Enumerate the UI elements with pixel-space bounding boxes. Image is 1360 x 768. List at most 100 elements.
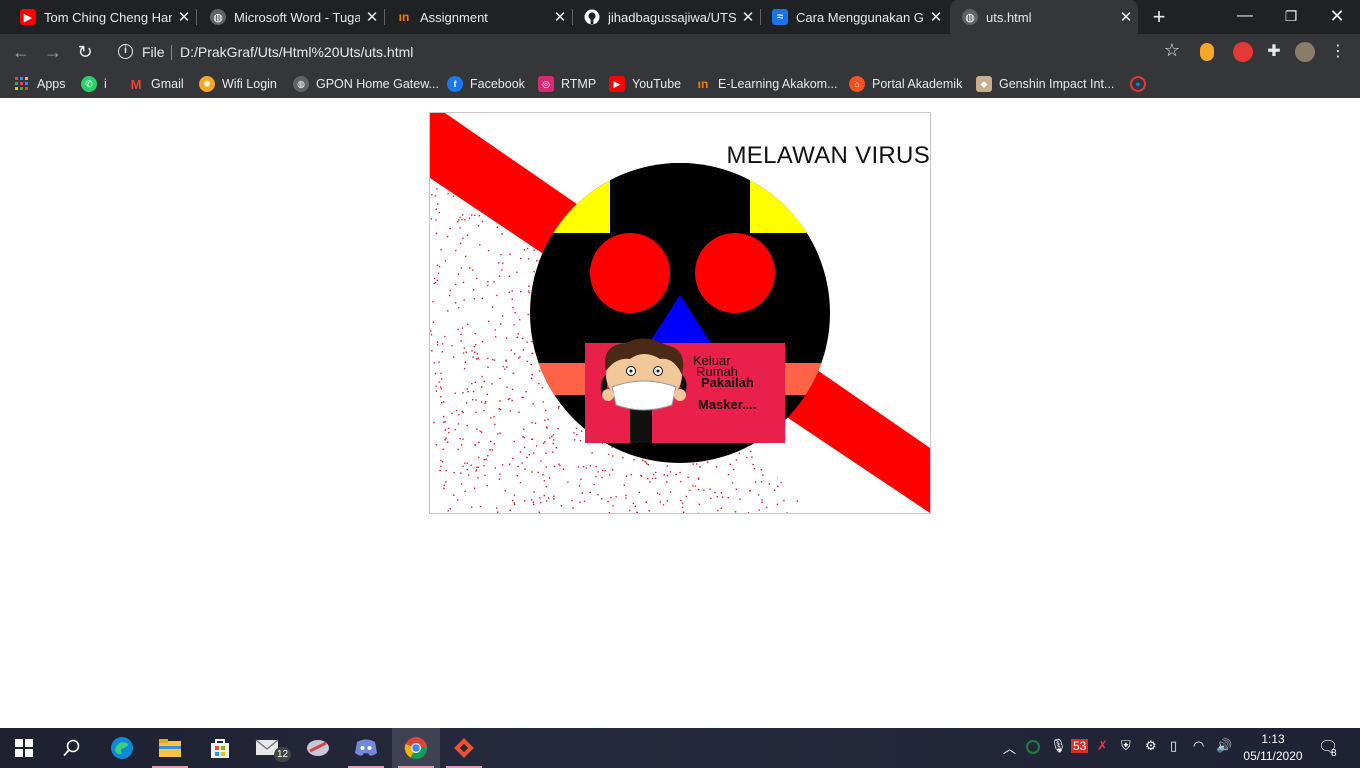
wifi-login-icon: ✺ <box>199 76 215 92</box>
bookmark-label: Gmail <box>151 77 184 91</box>
akakom-icon: ın <box>398 10 410 24</box>
edge-icon <box>111 737 133 759</box>
globe-icon: ◍ <box>962 9 978 25</box>
taskbar-file-explorer[interactable] <box>146 728 194 768</box>
close-tab-icon[interactable]: ✕ <box>1114 8 1138 26</box>
bookmark-label: RTMP <box>561 77 597 91</box>
url-text[interactable]: D:/PrakGraf/Uts/Html%20Uts/uts.html <box>180 44 413 60</box>
close-tab-icon[interactable]: ✕ <box>172 8 196 26</box>
tray-overflow-chevron-icon[interactable]: ︿ <box>1003 738 1016 757</box>
extensions-puzzle-icon[interactable]: ✚ <box>1264 42 1284 62</box>
tray-app-icon[interactable] <box>1026 740 1040 754</box>
youtube-icon: ▶ <box>20 9 36 25</box>
url-scheme: File <box>142 44 165 60</box>
bookmark-elearning[interactable]: ın E-Learning Akakom... <box>695 75 838 93</box>
clock-time: 1:13 <box>1261 732 1285 746</box>
whatsapp-icon: ✆ <box>81 76 97 92</box>
bookmark-youtube[interactable]: ▶ YouTube <box>609 75 681 93</box>
restore-button[interactable]: ❐ <box>1268 0 1314 34</box>
profile-avatar[interactable] <box>1295 42 1315 62</box>
github-icon <box>584 9 600 25</box>
facebook-icon: f <box>447 76 463 92</box>
wifi-icon[interactable]: ◠ <box>1193 738 1204 754</box>
apps-grid-icon <box>14 76 30 92</box>
poster-line-4: Masker.... <box>698 397 757 412</box>
microphone-icon[interactable]: 🎙 <box>1050 738 1067 754</box>
omnibox-separator <box>171 45 172 60</box>
windows-taskbar: 12 ︿ 🎙 53 ✗ ⛨ ⚙ ▯ ◠ 🔊 🗨 8 <box>0 728 1360 768</box>
extension-record-icon[interactable] <box>1233 42 1253 62</box>
menu-kebab-icon[interactable]: ⋮ <box>1328 42 1348 62</box>
tray-badge-icon[interactable]: 53 <box>1071 739 1089 753</box>
bookmark-whatsapp[interactable]: ✆ i <box>81 75 107 93</box>
file-explorer-icon <box>159 739 181 757</box>
taskbar-chrome[interactable] <box>392 728 440 768</box>
taskbar-store[interactable] <box>196 728 244 768</box>
tab-uts-html[interactable]: ◍ uts.html ✕ <box>950 0 1138 34</box>
bookmark-label: E-Learning Akakom... <box>718 77 838 91</box>
tab-title: Cara Menggunakan Git <box>796 9 924 25</box>
canvas-art: Keluar Rumah Pakailah Masker.... <box>430 113 930 513</box>
bookmark-wifi-login[interactable]: ✺ Wifi Login <box>199 75 277 93</box>
poster-line-3: Pakailah <box>701 375 754 390</box>
address-bar[interactable]: i File D:/PrakGraf/Uts/Html%20Uts/uts.ht… <box>110 38 1190 66</box>
start-button[interactable] <box>0 728 48 768</box>
tab-cara-menggunakan-git[interactable]: ≈ Cara Menggunakan Git ✕ <box>760 0 948 34</box>
back-button[interactable]: ← <box>8 39 34 65</box>
tab-title: uts.html <box>986 9 1032 25</box>
new-tab-button[interactable]: + <box>1146 4 1172 30</box>
tab-strip: ▶ Tom Ching Cheng Hanj ✕ ◍ Microsoft Wor… <box>0 0 1360 34</box>
taskbar-edge[interactable] <box>98 728 146 768</box>
tab-youtube[interactable]: ▶ Tom Ching Cheng Hanj ✕ <box>0 0 196 34</box>
close-tab-icon[interactable]: ✕ <box>736 8 760 26</box>
bookmark-label: Facebook <box>470 77 525 91</box>
bookmark-facebook[interactable]: f Facebook <box>447 75 525 93</box>
browser-toolbar: ← → ↻ i File D:/PrakGraf/Uts/Html%20Uts/… <box>0 34 1360 70</box>
minimize-button[interactable]: — <box>1222 0 1268 34</box>
tab-title: Microsoft Word - Tugas <box>234 9 360 25</box>
battery-icon[interactable]: ▯ <box>1170 738 1177 754</box>
bookmark-rtmp[interactable]: ◎ RTMP <box>538 75 596 93</box>
tab-title: Assignment <box>420 9 488 25</box>
notification-count: 8 <box>1331 748 1337 759</box>
info-icon[interactable]: i <box>118 44 133 59</box>
bookmark-portal-akademik[interactable]: ⌂ Portal Akademik <box>849 75 962 93</box>
globe-icon: ◍ <box>293 76 309 92</box>
mask-poster: Keluar Rumah Pakailah Masker.... <box>585 338 785 443</box>
taskbar-snipping-tool[interactable] <box>294 728 342 768</box>
volume-icon[interactable]: 🔊 <box>1216 738 1232 754</box>
taskbar-mail[interactable]: 12 <box>244 728 292 768</box>
circle-logo-icon: ● <box>1130 76 1146 92</box>
tab-title: jihadbagussajiwa/UTS-( <box>608 9 736 25</box>
tab-assignment[interactable]: ın Assignment ✕ <box>384 0 572 34</box>
bookmark-apps[interactable]: Apps <box>14 75 66 93</box>
taskbar-git[interactable] <box>440 728 488 768</box>
tray-red-icon[interactable]: ✗ <box>1097 738 1108 754</box>
clock-date: 05/11/2020 <box>1243 749 1303 763</box>
bookmark-label: YouTube <box>632 77 682 91</box>
system-clock[interactable]: 1:13 05/11/2020 <box>1243 731 1303 765</box>
settings-icon[interactable]: ⚙ <box>1145 738 1157 754</box>
bookmark-genshin[interactable]: ◆ Genshin Impact Int... <box>976 75 1114 93</box>
close-tab-icon[interactable]: ✕ <box>548 8 572 26</box>
extension-icon[interactable] <box>1200 43 1214 61</box>
git-icon <box>454 738 474 758</box>
bookmark-gmail[interactable]: M Gmail <box>128 75 184 93</box>
bookmark-gpon[interactable]: ◍ GPON Home Gatew... <box>293 75 439 93</box>
discord-icon <box>355 739 377 756</box>
close-window-button[interactable]: ✕ <box>1314 0 1360 34</box>
bookmark-label: i <box>104 77 107 91</box>
tab-microsoft-word[interactable]: ◍ Microsoft Word - Tugas ✕ <box>196 0 384 34</box>
reload-button[interactable]: ↻ <box>72 39 98 65</box>
search-button[interactable] <box>48 728 96 768</box>
defender-shield-icon[interactable]: ⛨ <box>1121 738 1131 754</box>
bookmark-circle-logo[interactable]: ● <box>1130 75 1153 93</box>
close-tab-icon[interactable]: ✕ <box>924 8 948 26</box>
tab-github[interactable]: jihadbagussajiwa/UTS-( ✕ <box>572 0 760 34</box>
forward-button[interactable]: → <box>40 39 66 65</box>
taskbar-discord[interactable] <box>342 728 390 768</box>
bookmark-star-icon[interactable]: ☆ <box>1164 40 1180 61</box>
codepolitan-icon: ≈ <box>772 9 788 25</box>
close-tab-icon[interactable]: ✕ <box>360 8 384 26</box>
start-icon <box>15 739 33 757</box>
